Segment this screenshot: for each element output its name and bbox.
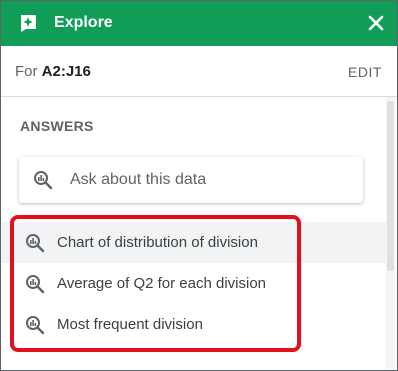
- answers-heading: ANSWERS: [20, 118, 94, 134]
- edit-button[interactable]: EDIT: [348, 64, 382, 80]
- scrollbar[interactable]: [386, 97, 395, 369]
- annotation-highlight-box: [10, 215, 301, 352]
- panel-title: Explore: [54, 14, 113, 31]
- range-label: For A2:J16: [15, 63, 91, 80]
- close-icon[interactable]: [366, 13, 386, 33]
- range-value: A2:J16: [41, 63, 91, 80]
- search-chart-icon: [34, 171, 53, 190]
- explore-panel: Explore For A2:J16 EDIT ANSWERS Ask abou…: [0, 0, 398, 371]
- ask-search-box[interactable]: Ask about this data: [19, 157, 363, 203]
- scrollbar-thumb[interactable]: [387, 101, 394, 271]
- search-placeholder: Ask about this data: [70, 171, 207, 188]
- range-bar: For A2:J16 EDIT: [1, 46, 397, 97]
- range-prefix: For: [15, 63, 38, 80]
- explore-header: Explore: [1, 1, 397, 46]
- explore-logo-icon: [20, 15, 36, 32]
